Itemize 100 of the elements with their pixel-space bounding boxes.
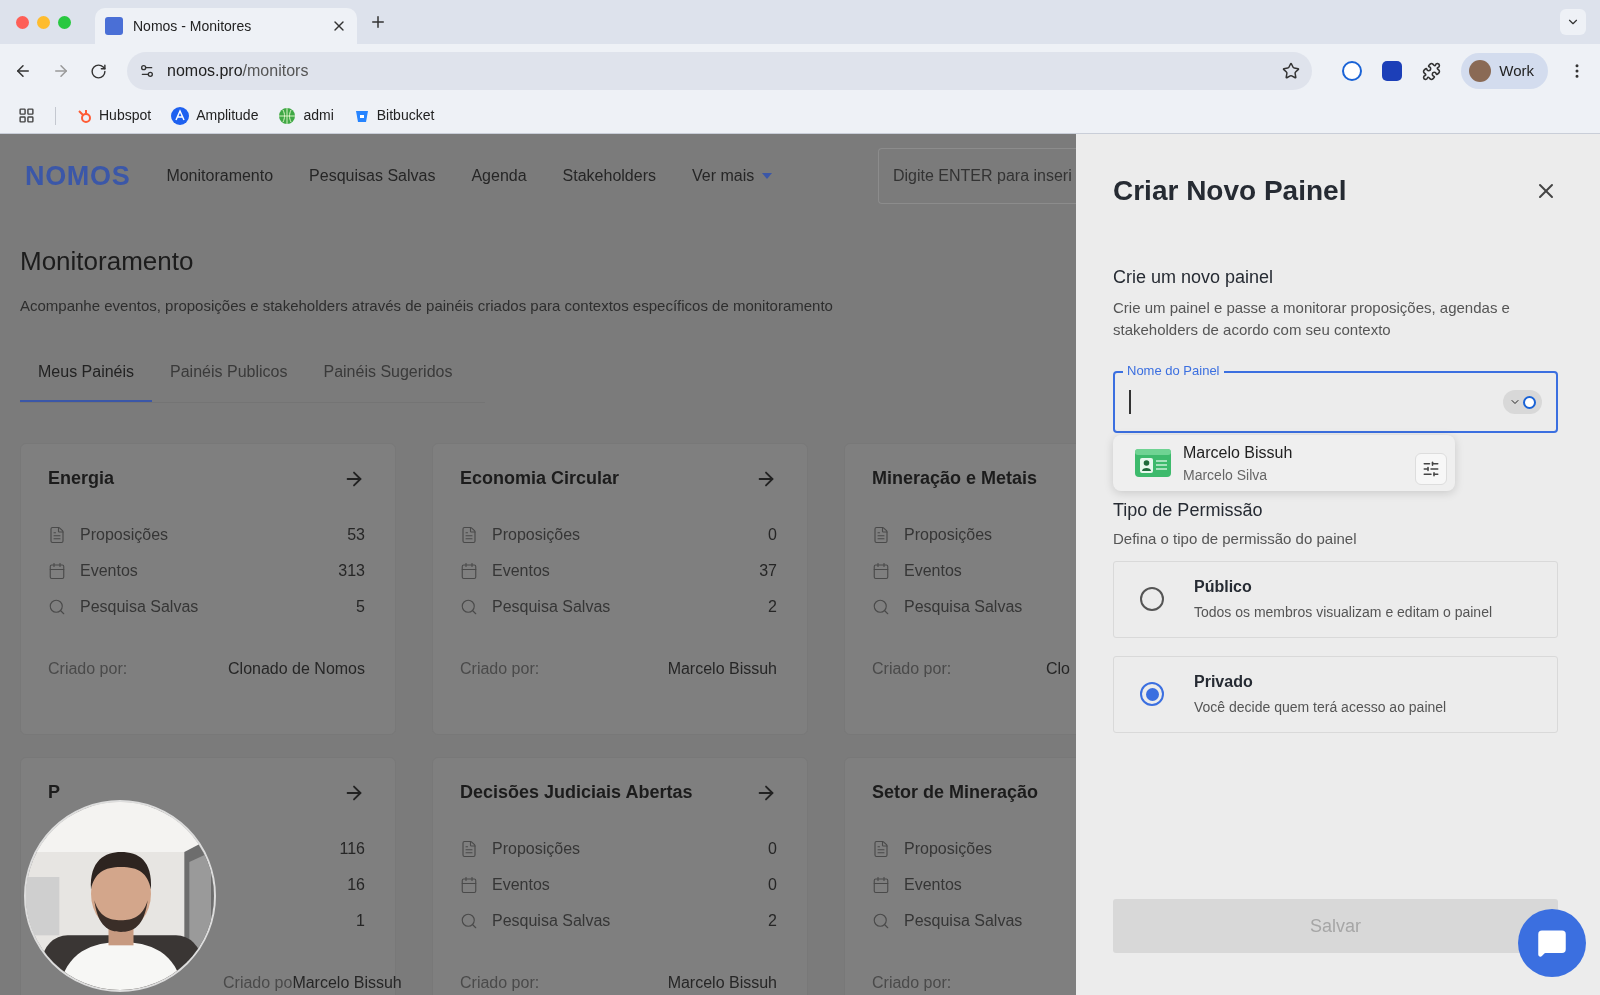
stat-value: 313 xyxy=(338,560,365,581)
stat-value: 37 xyxy=(759,560,777,581)
avatar-icon xyxy=(1469,60,1492,82)
card-title: Mineração e Metais xyxy=(872,467,1038,490)
document-icon xyxy=(460,525,478,544)
section-title: Crie um novo painel xyxy=(1113,266,1275,289)
back-icon[interactable] xyxy=(14,62,32,80)
browser-tab[interactable]: Nomos - Monitores xyxy=(95,8,357,44)
option-description: Todos os membros visualizam e editam o painel xyxy=(1194,603,1493,622)
tab[interactable]: Meus Painéis xyxy=(20,359,153,402)
search-icon xyxy=(48,597,66,616)
autofill-detail: Marcelo Silva xyxy=(1183,465,1269,485)
stat-label: Eventos xyxy=(492,560,550,581)
stat-label: Pesquisa Salvas xyxy=(492,596,611,617)
stat-value: 2 xyxy=(768,596,777,617)
stat-label: Eventos xyxy=(492,874,550,895)
radio-button[interactable] xyxy=(1140,682,1164,706)
tab-title: Nomos - Monitores xyxy=(133,16,252,36)
new-tab-icon[interactable] xyxy=(369,13,387,31)
card-title: Decisões Judiciais Abertas xyxy=(460,781,693,804)
option-title: Público xyxy=(1194,577,1253,597)
stat-value: 53 xyxy=(347,524,365,545)
nav-link[interactable]: Pesquisas Salvas xyxy=(309,164,436,188)
stat-label: Pesquisa Salvas xyxy=(492,910,611,931)
bookmark-star-icon[interactable] xyxy=(1282,62,1301,80)
permission-option[interactable]: Privado Você decide quem terá acesso ao painel xyxy=(1113,655,1558,733)
stat-label: Eventos xyxy=(80,560,138,581)
card-title: Economia Circular xyxy=(460,467,620,490)
search-icon xyxy=(872,597,890,616)
creator-name: Clo xyxy=(1046,658,1070,679)
more-menu[interactable]: Ver mais xyxy=(691,164,773,188)
reload-icon[interactable] xyxy=(90,62,107,80)
stat-value: 0 xyxy=(768,524,777,545)
bookmark-item[interactable]: admi xyxy=(278,105,334,126)
sliders-icon xyxy=(1422,460,1440,478)
calendar-icon xyxy=(460,561,478,580)
site-settings-icon[interactable] xyxy=(139,63,155,79)
stat-value: 5 xyxy=(356,596,365,617)
creator-name: Marcelo Bissuh xyxy=(667,972,777,993)
nav-link[interactable]: Monitoramento xyxy=(166,164,274,188)
calendar-icon xyxy=(872,561,890,580)
calendar-icon xyxy=(460,875,478,894)
stat-label: Proposições xyxy=(80,524,169,545)
globe-icon xyxy=(278,106,297,125)
sprocket-icon xyxy=(76,107,92,124)
nav-link[interactable]: Agenda xyxy=(471,164,527,188)
contact-card-icon xyxy=(1135,449,1171,477)
chat-icon xyxy=(1537,928,1567,958)
panel-title: Criar Novo Painel xyxy=(1113,174,1347,208)
autofill-settings-button[interactable] xyxy=(1415,453,1447,485)
card-title: P xyxy=(48,781,60,804)
creator-name: Marcelo Bissuh xyxy=(292,972,402,993)
section-title: Tipo de Permissão xyxy=(1113,499,1264,522)
document-icon xyxy=(872,839,890,858)
stat-label: Eventos xyxy=(904,874,962,895)
favicon-icon xyxy=(105,17,123,35)
page-subtitle: Acompanhe eventos, proposições e stakeholders através de painéis criados para contextos específicos de monitoramento xyxy=(20,296,834,316)
page-title: Monitoramento xyxy=(20,245,195,278)
search-icon xyxy=(460,911,478,930)
autofill-name: Marcelo Bissuh xyxy=(1183,442,1293,463)
bookmark-item[interactable]: Amplitude xyxy=(171,105,259,126)
section-description: Defina o tipo de permissão do painel xyxy=(1113,529,1358,549)
card-title: Setor de Mineração xyxy=(872,781,1039,804)
stat-label: Pesquisa Salvas xyxy=(904,596,1023,617)
stat-label: Pesquisa Salvas xyxy=(80,596,199,617)
radio-button[interactable] xyxy=(1140,587,1164,611)
tab[interactable]: Painéis Sugeridos xyxy=(305,359,471,402)
option-description: Você decide quem terá acesso ao painel xyxy=(1194,698,1447,717)
apps-icon[interactable] xyxy=(18,107,35,124)
creator-name: Clonado de Nomos xyxy=(228,658,365,679)
stat-value: 2 xyxy=(768,910,777,931)
bookmark-item[interactable]: Hubspot xyxy=(76,105,152,126)
text-cursor xyxy=(1129,390,1131,414)
search-icon xyxy=(460,597,478,616)
stat-label: Proposições xyxy=(904,838,993,859)
profile-button[interactable]: Work xyxy=(1461,53,1548,89)
card-title: Energia xyxy=(48,467,115,490)
bookmark-item[interactable]: Bitbucket xyxy=(353,105,435,126)
autofill-popup[interactable]: Marcelo Bissuh Marcelo Silva xyxy=(1113,435,1455,491)
document-icon xyxy=(872,525,890,544)
nav-link[interactable]: Stakeholders xyxy=(562,164,656,188)
permission-option[interactable]: Público Todos os membros visualizam e editam o painel xyxy=(1113,560,1558,638)
stat-label: Eventos xyxy=(904,560,962,581)
address-bar[interactable]: nomos.pro/monitors xyxy=(127,52,1313,90)
calendar-icon xyxy=(48,561,66,580)
stat-value: 16 xyxy=(347,874,365,895)
search-icon xyxy=(872,911,890,930)
password-manager-button[interactable] xyxy=(1503,390,1542,414)
stat-label: Pesquisa Salvas xyxy=(904,910,1023,931)
stat-label: Proposições xyxy=(492,838,581,859)
tab[interactable]: Painéis Publicos xyxy=(152,359,306,402)
extensions-icon[interactable] xyxy=(1422,61,1442,81)
document-icon xyxy=(460,839,478,858)
creator-name: Marcelo Bissuh xyxy=(667,658,777,679)
password-manager-icon[interactable] xyxy=(1342,61,1363,81)
calendar-icon xyxy=(872,875,890,894)
option-title: Privado xyxy=(1194,672,1254,692)
stat-value: 0 xyxy=(768,838,777,859)
document-icon xyxy=(48,525,66,544)
extension-icon[interactable] xyxy=(1382,61,1403,81)
